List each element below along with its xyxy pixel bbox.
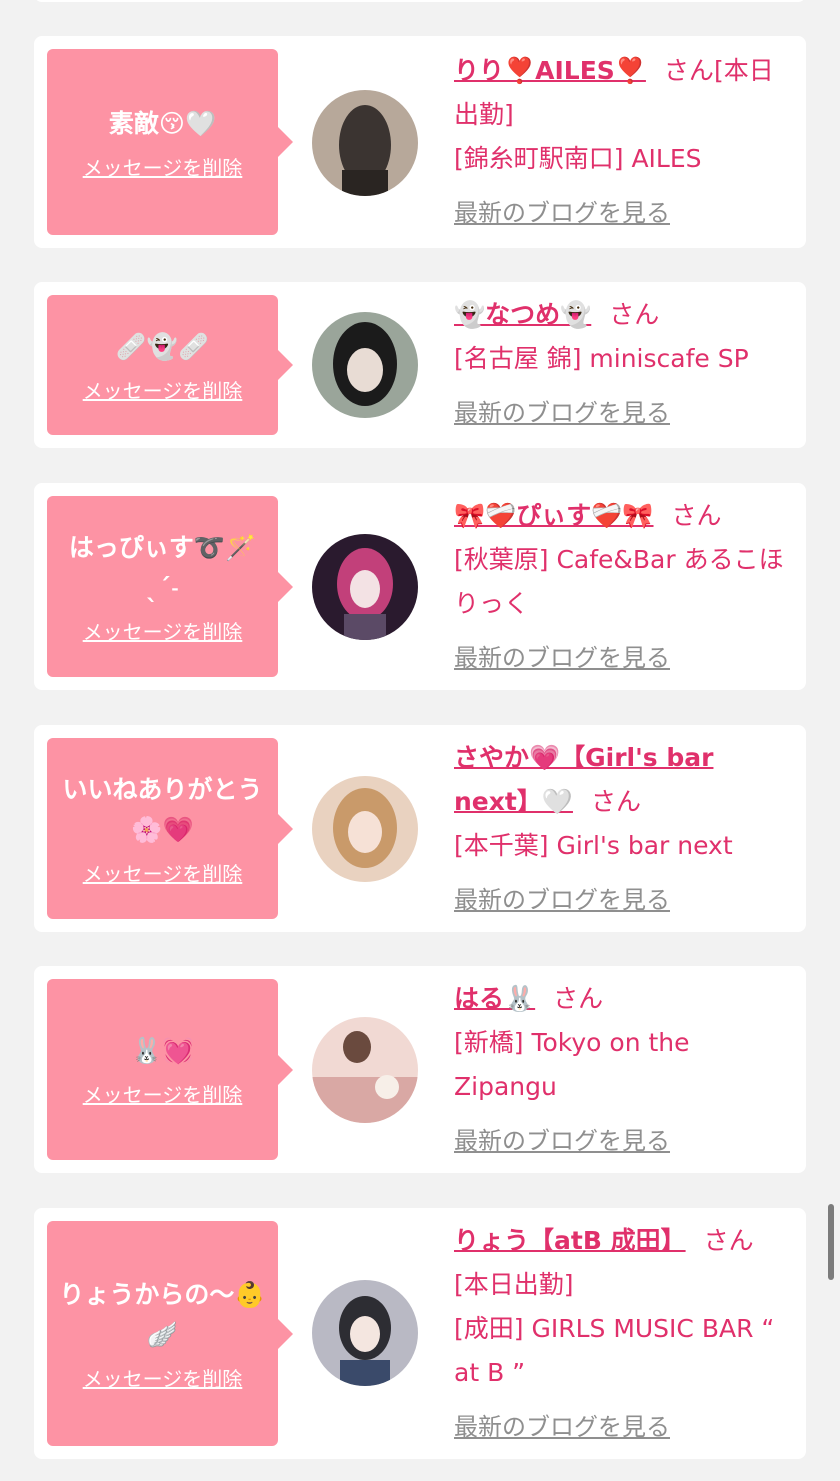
message-text: はっぴぃす➰🪄 ˎˊ˗: [68, 533, 257, 602]
delete-message-link[interactable]: メッセージを削除: [83, 375, 243, 404]
user-name-link[interactable]: りり❣️AILES❣️: [454, 56, 646, 85]
latest-blog-link[interactable]: 最新のブログを見る: [454, 1405, 670, 1449]
latest-blog-link[interactable]: 最新のブログを見る: [454, 1119, 670, 1163]
honorific: さん: [609, 300, 660, 329]
user-info: 👻なつめ👻 さん [名古屋 錦] miniscafe SP 最新のブログを見る: [454, 293, 784, 435]
user-info: さやか💗【Girl's bar next】🤍 さん [本千葉] Girl's ba…: [454, 736, 784, 922]
avatar-image: [312, 534, 418, 640]
latest-blog-link[interactable]: 最新のブログを見る: [454, 191, 670, 235]
honorific: さん: [703, 1226, 754, 1255]
message-card: 🩹👻🩹 メッセージを削除 👻なつめ👻 さん [名古屋 錦] miniscafe S…: [34, 282, 806, 448]
work-status: [本日出勤]: [454, 1270, 574, 1299]
message-bubble: りょうからの〜👶🪽 メッセージを削除: [47, 1221, 293, 1446]
message-text: 🐰💓: [131, 1036, 194, 1065]
user-name-link[interactable]: 👻なつめ👻: [454, 300, 591, 329]
avatar-image: [312, 90, 418, 196]
user-name-link[interactable]: さやか💗【Girl's bar next】🤍: [454, 743, 713, 816]
message-card: 素敵😚🤍 メッセージを削除 りり❣️AILES❣️ さん[本日出勤] [錦糸町駅南…: [34, 36, 806, 248]
message-text: 素敵😚🤍: [108, 108, 217, 138]
shop-label: [錦糸町駅南口] AILES: [454, 144, 702, 173]
message-card: いいねありがとう🌸💗 メッセージを削除 さやか💗【Girl's bar next…: [34, 725, 806, 932]
avatar-image: [312, 1280, 418, 1386]
user-info: はる🐰 さん [新橋] Tokyo on the Zipangu 最新のブログを見…: [454, 977, 784, 1163]
avatar[interactable]: [312, 534, 418, 640]
honorific: さん: [553, 984, 604, 1013]
message-card: りょうからの〜👶🪽 メッセージを削除 りょう【atB 成田】 さん [本日出勤] …: [34, 1208, 806, 1459]
avatar[interactable]: [312, 90, 418, 196]
scrollbar[interactable]: [828, 1204, 834, 1280]
delete-message-link[interactable]: メッセージを削除: [83, 616, 243, 645]
message-bubble: 🩹👻🩹 メッセージを削除: [47, 295, 293, 435]
honorific: さん: [663, 56, 714, 85]
message-text: りょうからの〜👶🪽: [59, 1280, 266, 1349]
delete-message-link[interactable]: メッセージを削除: [83, 1363, 243, 1392]
shop-label: [秋葉原] Cafe&Bar あるこほりっく: [454, 545, 784, 618]
avatar[interactable]: [312, 776, 418, 882]
delete-message-link[interactable]: メッセージを削除: [83, 1079, 243, 1108]
shop-label: [名古屋 錦] miniscafe SP: [454, 344, 749, 373]
honorific: さん: [671, 501, 722, 530]
message-card: はっぴぃす➰🪄 ˎˊ˗ メッセージを削除 🎀❤️‍🩹ぴぃす❤️‍🩹🎀 さん [秋葉…: [34, 483, 806, 690]
message-bubble: いいねありがとう🌸💗 メッセージを削除: [47, 738, 293, 919]
avatar[interactable]: [312, 312, 418, 418]
avatar-image: [312, 312, 418, 418]
avatar-image: [312, 1017, 418, 1123]
user-name-link[interactable]: りょう【atB 成田】: [454, 1226, 686, 1255]
message-text: 🩹👻🩹: [115, 331, 210, 361]
user-info: 🎀❤️‍🩹ぴぃす❤️‍🩹🎀 さん [秋葉原] Cafe&Bar あるこほりっく 最…: [454, 494, 784, 680]
message-text: いいねありがとう🌸💗: [62, 775, 263, 844]
honorific: さん: [590, 787, 641, 816]
user-name-link[interactable]: はる🐰: [454, 984, 535, 1013]
message-bubble: 素敵😚🤍 メッセージを削除: [47, 49, 293, 235]
previous-card-edge: [34, 0, 806, 2]
avatar[interactable]: [312, 1280, 418, 1386]
shop-label: [新橋] Tokyo on the Zipangu: [454, 1028, 690, 1101]
message-bubble: はっぴぃす➰🪄 ˎˊ˗ メッセージを削除: [47, 496, 293, 677]
user-info: りり❣️AILES❣️ さん[本日出勤] [錦糸町駅南口] AILES 最新のブロ…: [454, 49, 784, 235]
message-bubble: 🐰💓 メッセージを削除: [47, 979, 293, 1160]
delete-message-link[interactable]: メッセージを削除: [83, 858, 243, 887]
shop-label: [本千葉] Girl's bar next: [454, 831, 733, 860]
latest-blog-link[interactable]: 最新のブログを見る: [454, 878, 670, 922]
user-info: りょう【atB 成田】 さん [本日出勤] [成田] GIRLS MUSIC BA…: [454, 1219, 784, 1449]
latest-blog-link[interactable]: 最新のブログを見る: [454, 391, 670, 435]
user-name-link[interactable]: 🎀❤️‍🩹ぴぃす❤️‍🩹🎀: [454, 501, 654, 530]
shop-label: [成田] GIRLS MUSIC BAR “ at B ”: [454, 1314, 775, 1387]
avatar[interactable]: [312, 1017, 418, 1123]
message-card: 🐰💓 メッセージを削除 はる🐰 さん [新橋] Tokyo on the Zipa…: [34, 966, 806, 1173]
latest-blog-link[interactable]: 最新のブログを見る: [454, 636, 670, 680]
avatar-image: [312, 776, 418, 882]
delete-message-link[interactable]: メッセージを削除: [83, 152, 243, 181]
